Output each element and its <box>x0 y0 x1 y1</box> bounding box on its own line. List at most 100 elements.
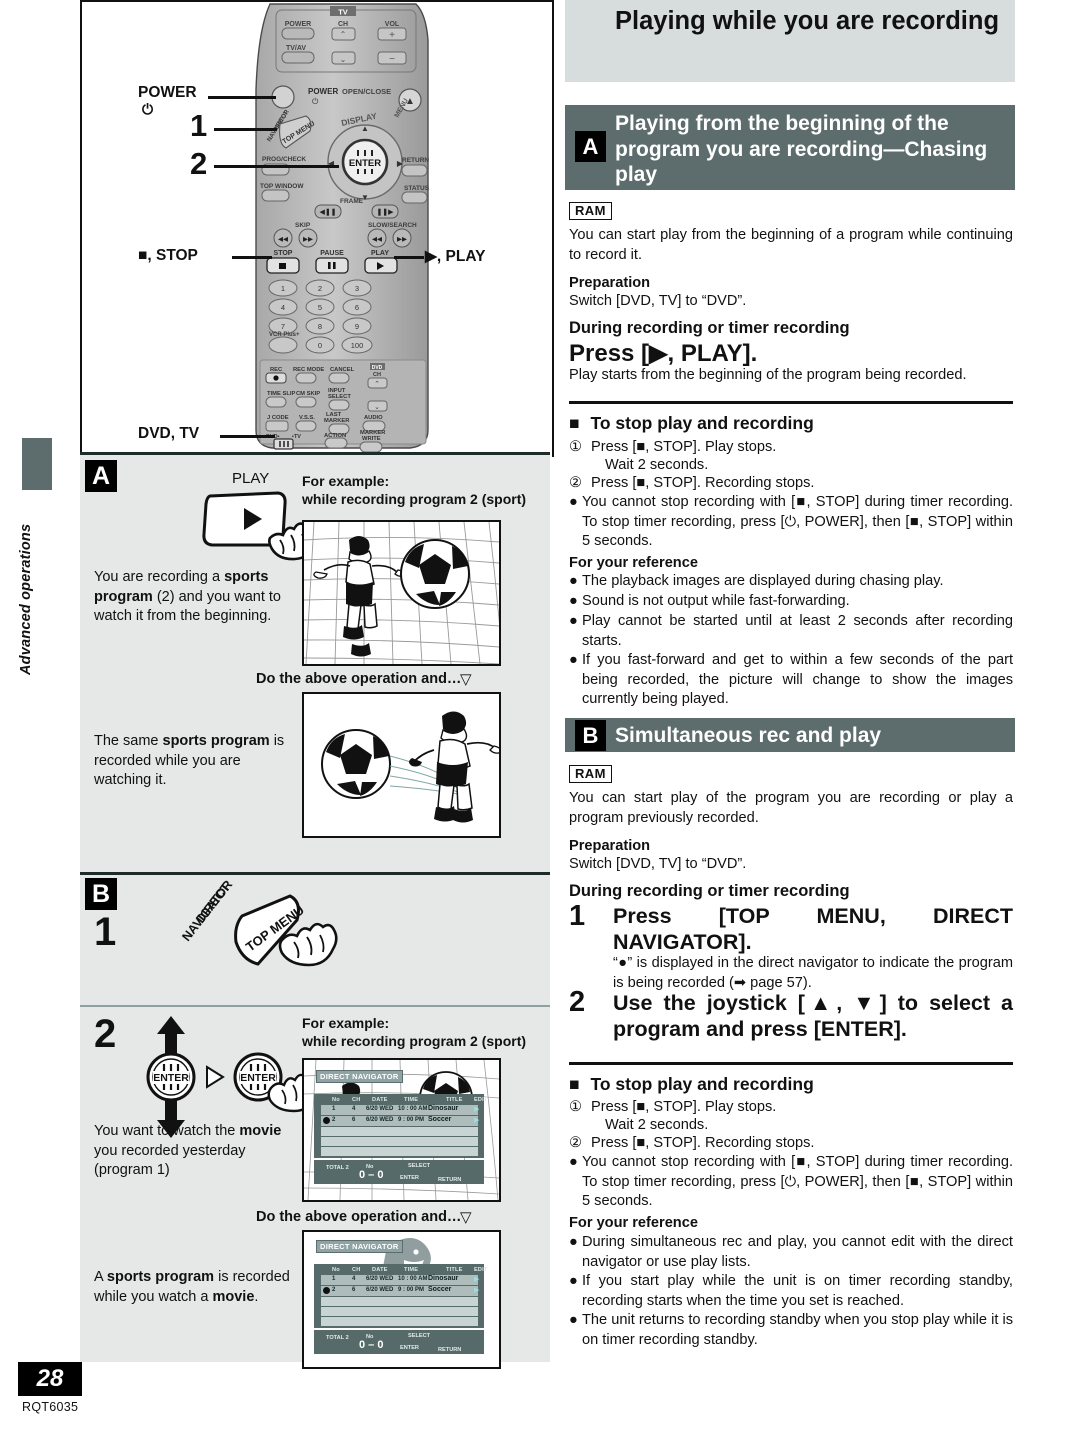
svg-text:STOP: STOP <box>274 250 293 257</box>
remote-label-play: ▶, PLAY <box>425 248 486 265</box>
svg-text:WRITE: WRITE <box>362 436 381 442</box>
panel-a-screen-2 <box>302 692 501 838</box>
svg-text:6: 6 <box>355 303 359 312</box>
panel-a-description-text: You are recording a sports program (2) a… <box>94 569 281 624</box>
dn1-no-value: 0 – 0 <box>359 1169 384 1181</box>
section-a-instruction: Press [▶, PLAY]. <box>569 340 758 367</box>
dn2-select: SELECT <box>408 1333 431 1339</box>
svg-text:OPEN/CLOSE: OPEN/CLOSE <box>342 87 391 96</box>
panel-b-screen-1: DIRECT NAVIGATOR No CH DATE TIME TITLE E… <box>302 1058 501 1202</box>
dn1-enter: ENTER <box>400 1175 419 1181</box>
svg-text:POWER: POWER <box>285 21 311 28</box>
top-menu-button-illustration: DIRECT NAVIGATOR TOP MENU <box>179 880 338 967</box>
dn2-col-title: TITLE <box>446 1267 463 1273</box>
section-a-intro: You can start play from the beginning of… <box>569 227 1013 263</box>
dn2-col-no: No <box>332 1267 340 1273</box>
left-column: TV POWER CH VOL ⌃ + TV/AV ⌄ − POWER ⏻ OP… <box>80 0 554 1369</box>
svg-text:▲: ▲ <box>361 124 369 133</box>
section-b-tag: B <box>575 720 606 751</box>
svg-text:5: 5 <box>318 303 322 312</box>
page-title: Playing while you are recording <box>615 7 1000 35</box>
down-triangle-icon-a: ▽ <box>460 671 472 688</box>
remote-label-step1: 1 <box>190 108 208 143</box>
dn2-title: DIRECT NAVIGATOR <box>316 1240 403 1253</box>
panel-a-example-label: For example: <box>302 473 390 489</box>
section-a-title: Playing from the beginning of the progra… <box>615 112 988 186</box>
section-a-during-label: During recording or timer recording <box>569 319 850 337</box>
panel-a-description-2-text: The same sports program is recorded whil… <box>94 733 285 788</box>
svg-text:ENTER: ENTER <box>153 1072 189 1084</box>
section-a-ref-bullet-2-marker: ● <box>569 613 578 629</box>
dn2-row2-no: 2 <box>332 1287 336 1293</box>
dn2-row3-bg <box>321 1297 478 1306</box>
svg-text:1: 1 <box>281 284 285 293</box>
panel-b-example-sub: while recording program 2 (sport) <box>302 1033 527 1049</box>
svg-text:ENTER: ENTER <box>240 1072 276 1084</box>
section-b-stop-bullet-marker: ● <box>569 1154 578 1170</box>
dn1-col-ch: CH <box>352 1097 361 1103</box>
section-a-instruction-note: Play starts from the beginning of the pr… <box>569 367 967 383</box>
panel-a-play-label: PLAY <box>232 470 270 487</box>
section-b-prep-text: Switch [DVD, TV] to “DVD”. <box>569 856 747 872</box>
chapter-tab-label: Advanced operations <box>18 523 34 675</box>
svg-text:CM SKIP: CM SKIP <box>296 391 320 397</box>
dn1-row2-no: 2 <box>332 1117 336 1123</box>
panel-b-tag: B <box>85 878 117 910</box>
leader-line-step1 <box>214 128 277 131</box>
svg-text:TV/AV: TV/AV <box>286 45 306 52</box>
svg-text:TIME SLIP: TIME SLIP <box>267 391 295 397</box>
svg-text:REC MODE: REC MODE <box>293 367 324 373</box>
svg-text:3: 3 <box>355 284 359 293</box>
section-b-ref-bullet-1-marker: ● <box>569 1273 578 1289</box>
section-a-stop-bullet-marker: ● <box>569 494 578 510</box>
svg-text:TOP WINDOW: TOP WINDOW <box>260 183 304 190</box>
dn1-row2-edit-arrow: ▶ <box>474 1117 480 1124</box>
section-b-step2: Use the joystick [▲, ▼] to select a prog… <box>613 991 1013 1041</box>
section-b-stop-step2: Press [■, STOP]. Recording stops. <box>591 1135 815 1151</box>
svg-text:PAUSE: PAUSE <box>320 250 344 257</box>
svg-text:❚❚▶: ❚❚▶ <box>376 208 394 216</box>
panel-b-description-2: A sports program is recorded while you w… <box>94 1268 294 1307</box>
section-b-step1-marker: ① <box>569 1099 583 1115</box>
svg-text:REC: REC <box>270 367 283 373</box>
svg-text:J CODE: J CODE <box>267 415 289 421</box>
svg-text:▶▶: ▶▶ <box>397 236 408 243</box>
section-b-prep-label: Preparation <box>569 838 651 854</box>
panel-a-top-rule <box>80 452 550 455</box>
section-a-step1: Press [■, STOP]. Play stops. <box>591 439 777 455</box>
svg-text:DVD: DVD <box>372 365 383 371</box>
panel-b-step1-num: 1 <box>94 910 117 954</box>
square-bullet-icon-b: ■ <box>569 1074 580 1094</box>
svg-text:◀❚❚: ◀❚❚ <box>319 208 336 216</box>
svg-text:POWER: POWER <box>308 87 338 96</box>
leader-line-play <box>394 256 424 259</box>
dn2-row1-no: 1 <box>332 1276 336 1282</box>
svg-text:8: 8 <box>318 322 322 331</box>
section-b-step1-note: “●” is displayed in the direct navigator… <box>613 955 1013 991</box>
panel-a-description-2: The same sports program is recorded whil… <box>94 732 294 791</box>
dn2-row5-bg <box>321 1317 478 1326</box>
dn1-title: DIRECT NAVIGATOR <box>316 1070 403 1083</box>
section-b-ref-bullet-0-marker: ● <box>569 1234 578 1250</box>
section-b-ram-badge: RAM <box>569 765 612 783</box>
svg-text:STATUS: STATUS <box>404 185 430 192</box>
section-a-ref-bullet-3-marker: ● <box>569 652 578 668</box>
section-a-divider <box>569 401 1013 404</box>
dn1-col-time: TIME <box>404 1097 419 1103</box>
section-b-intro: You can start play of the program you ar… <box>569 790 1013 826</box>
svg-text:VOL: VOL <box>385 21 400 28</box>
svg-text:RETURN: RETURN <box>402 157 429 164</box>
section-b-ref-bullet-2-marker: ● <box>569 1312 578 1328</box>
dn1-row1-time: 10 : 00 AM <box>398 1106 428 1112</box>
svg-text:AUDIO: AUDIO <box>364 415 383 421</box>
leader-line-step2 <box>214 165 339 168</box>
svg-text:FRAME: FRAME <box>340 198 364 205</box>
dn2-row1-edit-arrow: ▶ <box>474 1276 480 1283</box>
dn1-row2-time: 9 : 00 PM <box>398 1117 425 1123</box>
svg-text:⏻: ⏻ <box>312 97 319 106</box>
section-a-stop-heading: To stop play and recording <box>590 413 814 433</box>
manual-page: Advanced operations 28 RQT6035 TV POWER … <box>0 0 1080 1441</box>
panel-b-description-2-text: A sports program is recorded while you w… <box>94 1269 290 1305</box>
dn2-row4-bg <box>321 1307 478 1316</box>
svg-text:2: 2 <box>318 284 322 293</box>
